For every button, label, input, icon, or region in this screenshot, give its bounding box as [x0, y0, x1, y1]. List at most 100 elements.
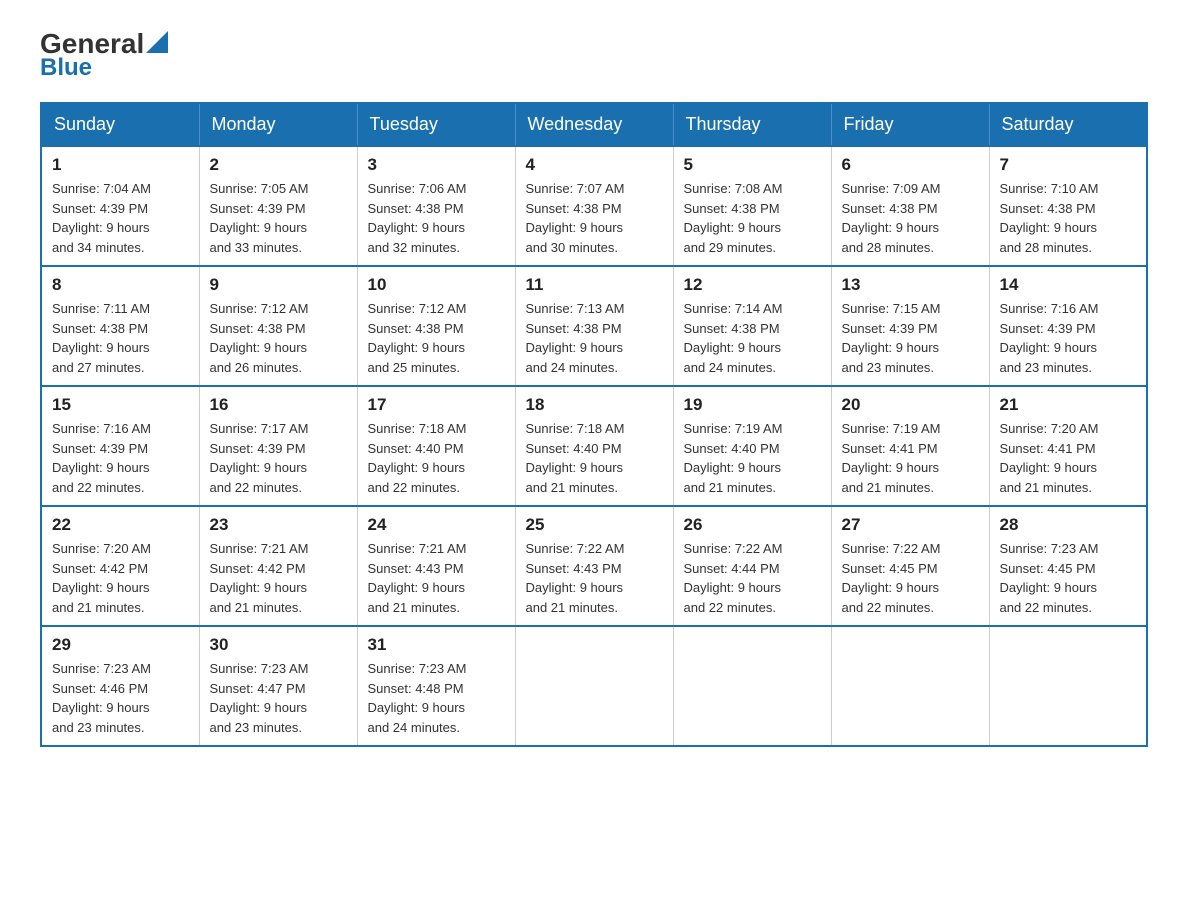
day-info: Sunrise: 7:21 AM Sunset: 4:42 PM Dayligh… — [210, 539, 347, 617]
calendar-cell: 3 Sunrise: 7:06 AM Sunset: 4:38 PM Dayli… — [357, 146, 515, 266]
day-info: Sunrise: 7:04 AM Sunset: 4:39 PM Dayligh… — [52, 179, 189, 257]
day-number: 16 — [210, 395, 347, 415]
day-info: Sunrise: 7:16 AM Sunset: 4:39 PM Dayligh… — [1000, 299, 1137, 377]
day-info: Sunrise: 7:23 AM Sunset: 4:48 PM Dayligh… — [368, 659, 505, 737]
day-number: 21 — [1000, 395, 1137, 415]
day-info: Sunrise: 7:15 AM Sunset: 4:39 PM Dayligh… — [842, 299, 979, 377]
day-info: Sunrise: 7:14 AM Sunset: 4:38 PM Dayligh… — [684, 299, 821, 377]
day-info: Sunrise: 7:21 AM Sunset: 4:43 PM Dayligh… — [368, 539, 505, 617]
day-info: Sunrise: 7:22 AM Sunset: 4:44 PM Dayligh… — [684, 539, 821, 617]
logo: General Blue — [40, 30, 168, 82]
day-info: Sunrise: 7:10 AM Sunset: 4:38 PM Dayligh… — [1000, 179, 1137, 257]
calendar-cell: 31 Sunrise: 7:23 AM Sunset: 4:48 PM Dayl… — [357, 626, 515, 746]
day-number: 8 — [52, 275, 189, 295]
calendar-cell: 25 Sunrise: 7:22 AM Sunset: 4:43 PM Dayl… — [515, 506, 673, 626]
calendar-cell: 14 Sunrise: 7:16 AM Sunset: 4:39 PM Dayl… — [989, 266, 1147, 386]
day-number: 1 — [52, 155, 189, 175]
calendar-cell: 6 Sunrise: 7:09 AM Sunset: 4:38 PM Dayli… — [831, 146, 989, 266]
day-info: Sunrise: 7:08 AM Sunset: 4:38 PM Dayligh… — [684, 179, 821, 257]
day-number: 30 — [210, 635, 347, 655]
weekday-header-monday: Monday — [199, 103, 357, 146]
day-info: Sunrise: 7:23 AM Sunset: 4:46 PM Dayligh… — [52, 659, 189, 737]
calendar-cell: 8 Sunrise: 7:11 AM Sunset: 4:38 PM Dayli… — [41, 266, 199, 386]
weekday-header-wednesday: Wednesday — [515, 103, 673, 146]
day-number: 4 — [526, 155, 663, 175]
calendar-week-row: 22 Sunrise: 7:20 AM Sunset: 4:42 PM Dayl… — [41, 506, 1147, 626]
day-info: Sunrise: 7:20 AM Sunset: 4:42 PM Dayligh… — [52, 539, 189, 617]
calendar-week-row: 15 Sunrise: 7:16 AM Sunset: 4:39 PM Dayl… — [41, 386, 1147, 506]
weekday-header-tuesday: Tuesday — [357, 103, 515, 146]
weekday-header-row: SundayMondayTuesdayWednesdayThursdayFrid… — [41, 103, 1147, 146]
day-number: 7 — [1000, 155, 1137, 175]
day-number: 2 — [210, 155, 347, 175]
calendar-cell: 23 Sunrise: 7:21 AM Sunset: 4:42 PM Dayl… — [199, 506, 357, 626]
day-number: 10 — [368, 275, 505, 295]
day-info: Sunrise: 7:22 AM Sunset: 4:45 PM Dayligh… — [842, 539, 979, 617]
day-number: 31 — [368, 635, 505, 655]
day-info: Sunrise: 7:07 AM Sunset: 4:38 PM Dayligh… — [526, 179, 663, 257]
calendar-table: SundayMondayTuesdayWednesdayThursdayFrid… — [40, 102, 1148, 747]
logo-blue: Blue — [40, 54, 92, 82]
calendar-cell: 5 Sunrise: 7:08 AM Sunset: 4:38 PM Dayli… — [673, 146, 831, 266]
day-info: Sunrise: 7:13 AM Sunset: 4:38 PM Dayligh… — [526, 299, 663, 377]
weekday-header-thursday: Thursday — [673, 103, 831, 146]
day-info: Sunrise: 7:18 AM Sunset: 4:40 PM Dayligh… — [526, 419, 663, 497]
calendar-cell: 16 Sunrise: 7:17 AM Sunset: 4:39 PM Dayl… — [199, 386, 357, 506]
day-info: Sunrise: 7:17 AM Sunset: 4:39 PM Dayligh… — [210, 419, 347, 497]
day-number: 29 — [52, 635, 189, 655]
weekday-header-sunday: Sunday — [41, 103, 199, 146]
day-info: Sunrise: 7:12 AM Sunset: 4:38 PM Dayligh… — [368, 299, 505, 377]
day-number: 20 — [842, 395, 979, 415]
calendar-cell: 30 Sunrise: 7:23 AM Sunset: 4:47 PM Dayl… — [199, 626, 357, 746]
day-number: 5 — [684, 155, 821, 175]
day-info: Sunrise: 7:23 AM Sunset: 4:47 PM Dayligh… — [210, 659, 347, 737]
calendar-week-row: 1 Sunrise: 7:04 AM Sunset: 4:39 PM Dayli… — [41, 146, 1147, 266]
day-number: 26 — [684, 515, 821, 535]
day-info: Sunrise: 7:19 AM Sunset: 4:40 PM Dayligh… — [684, 419, 821, 497]
calendar-cell: 12 Sunrise: 7:14 AM Sunset: 4:38 PM Dayl… — [673, 266, 831, 386]
calendar-cell — [989, 626, 1147, 746]
calendar-cell: 29 Sunrise: 7:23 AM Sunset: 4:46 PM Dayl… — [41, 626, 199, 746]
day-number: 3 — [368, 155, 505, 175]
day-number: 22 — [52, 515, 189, 535]
calendar-cell: 28 Sunrise: 7:23 AM Sunset: 4:45 PM Dayl… — [989, 506, 1147, 626]
day-info: Sunrise: 7:11 AM Sunset: 4:38 PM Dayligh… — [52, 299, 189, 377]
calendar-week-row: 29 Sunrise: 7:23 AM Sunset: 4:46 PM Dayl… — [41, 626, 1147, 746]
day-info: Sunrise: 7:19 AM Sunset: 4:41 PM Dayligh… — [842, 419, 979, 497]
calendar-cell: 4 Sunrise: 7:07 AM Sunset: 4:38 PM Dayli… — [515, 146, 673, 266]
calendar-cell: 1 Sunrise: 7:04 AM Sunset: 4:39 PM Dayli… — [41, 146, 199, 266]
calendar-cell: 9 Sunrise: 7:12 AM Sunset: 4:38 PM Dayli… — [199, 266, 357, 386]
calendar-cell: 24 Sunrise: 7:21 AM Sunset: 4:43 PM Dayl… — [357, 506, 515, 626]
day-info: Sunrise: 7:16 AM Sunset: 4:39 PM Dayligh… — [52, 419, 189, 497]
day-info: Sunrise: 7:23 AM Sunset: 4:45 PM Dayligh… — [1000, 539, 1137, 617]
logo-triangle-icon — [146, 31, 168, 53]
day-number: 11 — [526, 275, 663, 295]
calendar-cell: 2 Sunrise: 7:05 AM Sunset: 4:39 PM Dayli… — [199, 146, 357, 266]
calendar-week-row: 8 Sunrise: 7:11 AM Sunset: 4:38 PM Dayli… — [41, 266, 1147, 386]
day-info: Sunrise: 7:05 AM Sunset: 4:39 PM Dayligh… — [210, 179, 347, 257]
calendar-cell: 22 Sunrise: 7:20 AM Sunset: 4:42 PM Dayl… — [41, 506, 199, 626]
day-number: 6 — [842, 155, 979, 175]
calendar-cell — [515, 626, 673, 746]
day-info: Sunrise: 7:06 AM Sunset: 4:38 PM Dayligh… — [368, 179, 505, 257]
day-number: 18 — [526, 395, 663, 415]
day-info: Sunrise: 7:18 AM Sunset: 4:40 PM Dayligh… — [368, 419, 505, 497]
day-number: 24 — [368, 515, 505, 535]
calendar-cell — [831, 626, 989, 746]
calendar-cell: 13 Sunrise: 7:15 AM Sunset: 4:39 PM Dayl… — [831, 266, 989, 386]
weekday-header-saturday: Saturday — [989, 103, 1147, 146]
calendar-cell: 26 Sunrise: 7:22 AM Sunset: 4:44 PM Dayl… — [673, 506, 831, 626]
calendar-cell: 7 Sunrise: 7:10 AM Sunset: 4:38 PM Dayli… — [989, 146, 1147, 266]
day-number: 19 — [684, 395, 821, 415]
calendar-cell: 21 Sunrise: 7:20 AM Sunset: 4:41 PM Dayl… — [989, 386, 1147, 506]
page-header: General Blue — [40, 30, 1148, 82]
calendar-cell — [673, 626, 831, 746]
day-number: 27 — [842, 515, 979, 535]
day-number: 17 — [368, 395, 505, 415]
day-number: 13 — [842, 275, 979, 295]
day-number: 23 — [210, 515, 347, 535]
day-info: Sunrise: 7:22 AM Sunset: 4:43 PM Dayligh… — [526, 539, 663, 617]
day-info: Sunrise: 7:09 AM Sunset: 4:38 PM Dayligh… — [842, 179, 979, 257]
calendar-cell: 15 Sunrise: 7:16 AM Sunset: 4:39 PM Dayl… — [41, 386, 199, 506]
day-number: 14 — [1000, 275, 1137, 295]
